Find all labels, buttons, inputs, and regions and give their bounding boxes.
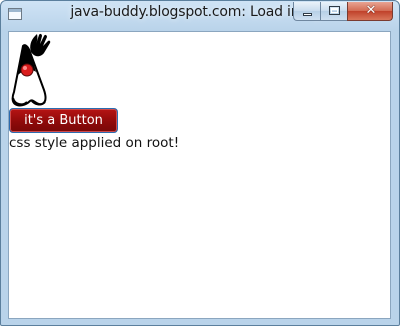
title-bar[interactable]: java-buddy.blogspot.com: Load image ✕ — [1, 1, 399, 31]
maximize-icon — [329, 6, 340, 15]
minimize-button[interactable] — [293, 2, 320, 21]
window-controls: ✕ — [293, 2, 393, 21]
minimize-icon — [303, 13, 312, 16]
app-window: java-buddy.blogspot.com: Load image ✕ it… — [0, 0, 400, 326]
css-style-label: css style applied on root! — [9, 135, 180, 151]
duke-nose — [20, 63, 34, 77]
maximize-button[interactable] — [320, 2, 347, 21]
duke-hand — [30, 33, 51, 57]
close-icon: ✕ — [365, 3, 377, 18]
duke-mascot-image — [11, 33, 51, 107]
close-button[interactable]: ✕ — [347, 2, 393, 21]
its-a-button[interactable]: it's a Button — [9, 108, 118, 133]
content-area: it's a Button css style applied on root! — [8, 31, 391, 319]
